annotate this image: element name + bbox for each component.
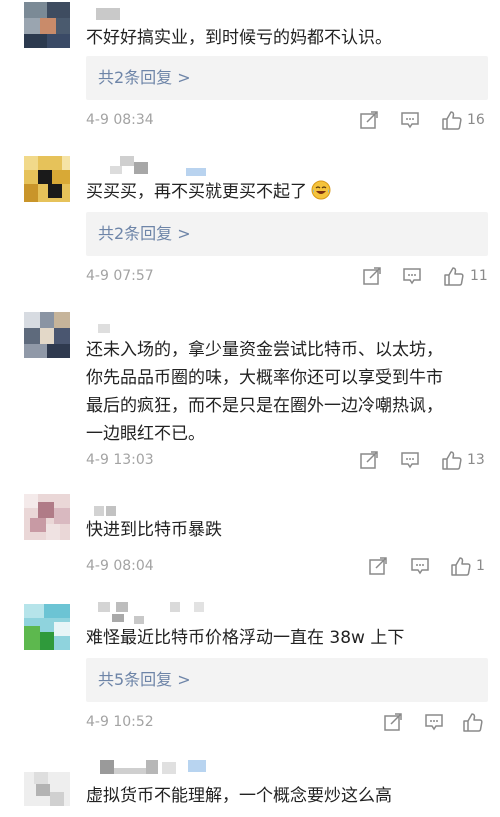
reply-box[interactable]: 共2条回复 > [86,212,488,256]
reply-box[interactable]: 共2条回复 > [86,56,488,100]
comment-text: 快进到比特币暴跌 [86,520,222,540]
avatar[interactable] [24,2,70,48]
avatar[interactable] [24,156,70,202]
avatar[interactable] [24,494,70,540]
comment-time: 4-9 10:52 [86,714,154,730]
comment-text: 虚拟货币不能理解，一个概念要炒这么高 [86,786,392,806]
thumbs-up-icon[interactable] [441,109,463,131]
like-count: 13 [467,452,485,468]
comment-time: 4-9 07:57 [86,268,154,284]
comment-time: 4-9 08:34 [86,112,154,128]
like-count: 11 [470,268,488,284]
like-count: 1 [476,558,485,574]
comment-text-line: 一边眼红不已。 [86,424,205,444]
share-icon[interactable] [367,555,389,577]
avatar[interactable] [24,312,70,358]
comment-item: 买买买，再不买就更买不起了 共2条回复 > 4-9 07:57 11 [0,150,500,302]
comment-text-line: 你先品品币圈的味，大概率你还可以享受到牛市 [86,368,443,388]
comment-icon[interactable] [423,711,445,733]
reply-count-link[interactable]: 共5条回复 > [98,658,191,702]
reply-box[interactable]: 共5条回复 > [86,658,488,702]
comment-item: 难怪最近比特币价格浮动一直在 38w 上下 共5条回复 > 4-9 10:52 [0,592,500,750]
comment-text: 难怪最近比特币价格浮动一直在 38w 上下 [86,628,405,648]
share-icon[interactable] [358,449,380,471]
avatar[interactable] [24,772,70,806]
reply-count-link[interactable]: 共2条回复 > [98,212,191,256]
comment-item: 不好好搞实业，到时候亏的妈都不认识。 共2条回复 > 4-9 08:34 16 [0,0,500,150]
comment-text-content: 买买买，再不买就更买不起了 [86,182,307,202]
comment-icon[interactable] [401,265,423,287]
thumbs-up-icon[interactable] [441,449,463,471]
comment-text: 还未入场的，拿少量资金尝试比特币、以太坊， 你先品品币圈的味，大概率你还可以享受… [86,336,486,448]
share-icon[interactable] [382,711,404,733]
comment-text-line: 还未入场的，拿少量资金尝试比特币、以太坊， [86,340,443,360]
comment-item: 虚拟货币不能理解，一个概念要炒这么高 [0,750,500,817]
share-icon[interactable] [361,265,383,287]
comment-item: 还未入场的，拿少量资金尝试比特币、以太坊， 你先品品币圈的味，大概率你还可以享受… [0,302,500,482]
like-count: 16 [467,112,485,128]
reply-count-link[interactable]: 共2条回复 > [98,56,191,100]
comment-item: 快进到比特币暴跌 4-9 08:04 1 [0,482,500,592]
comment-text-line: 最后的疯狂，而不是只是在圈外一边冷嘲热讽， [86,396,443,416]
share-icon[interactable] [358,109,380,131]
thumbs-up-icon[interactable] [462,711,484,733]
comment-text: 买买买，再不买就更买不起了 [86,178,486,206]
laughing-tears-icon [311,180,331,200]
comment-icon[interactable] [399,449,421,471]
avatar[interactable] [24,604,70,650]
comment-icon[interactable] [409,555,431,577]
comment-time: 4-9 13:03 [86,452,154,468]
thumbs-up-icon[interactable] [450,555,472,577]
comment-time: 4-9 08:04 [86,558,154,574]
comment-icon[interactable] [399,109,421,131]
thumbs-up-icon[interactable] [443,265,465,287]
comment-text: 不好好搞实业，到时候亏的妈都不认识。 [86,28,392,48]
